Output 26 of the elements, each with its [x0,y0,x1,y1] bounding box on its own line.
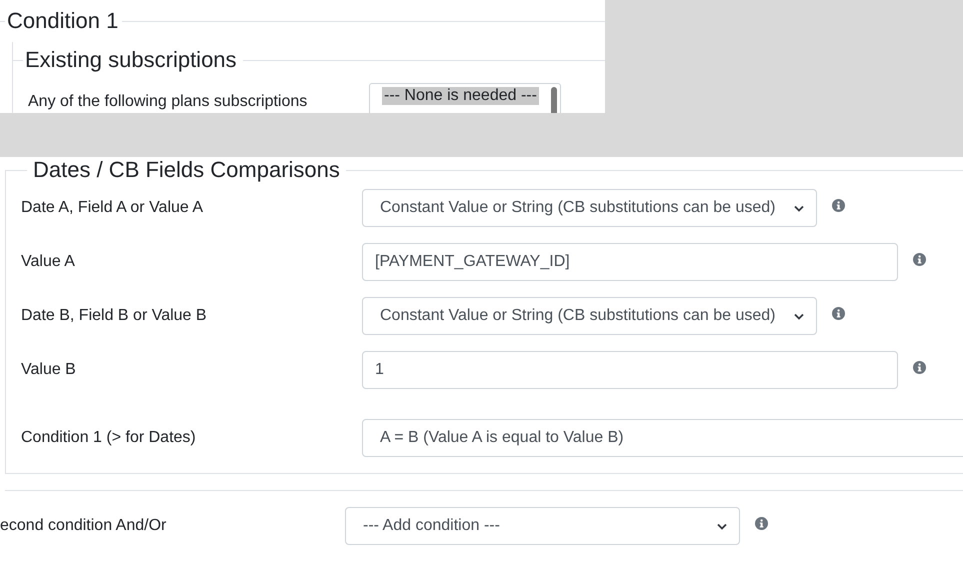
listbox-option[interactable]: --- None is needed --- [382,87,539,105]
dropdown[interactable]: Constant Value or String (CB substitutions can be used) [362,297,817,335]
field-label: econd condition And/Or [0,517,168,535]
field-label: Any of the following plans subscriptions [28,93,308,111]
field-label: Value B [21,361,77,379]
dropdown[interactable]: Constant Value or String (CB substitutions can be used) [362,189,817,227]
field-label: Date A, Field A or Value A [21,199,204,217]
info-icon[interactable] [755,516,768,530]
section-title: Existing subscriptions [25,47,238,73]
field-label: Value A [21,253,76,271]
info-icon[interactable] [913,252,926,266]
text-field[interactable]: 1 [362,351,898,389]
info-icon[interactable] [832,306,845,320]
chevron-down-icon [717,522,727,530]
dropdown[interactable]: --- Add condition --- [345,507,740,545]
field-label: Date B, Field B or Value B [21,307,208,325]
dropdown[interactable]: A = B (Value A is equal to Value B) [362,419,963,457]
text-field[interactable]: [PAYMENT_GATEWAY_ID] [362,243,898,281]
plans-listbox[interactable]: --- None is needed --- [369,83,561,113]
field-label: Condition 1 (> for Dates) [21,429,197,447]
info-icon[interactable] [913,360,926,374]
chevron-down-icon [794,312,804,320]
info-icon[interactable] [832,198,845,212]
chevron-down-icon [794,204,804,212]
section-title: Dates / CB Fields Comparisons [32,157,341,183]
section-title: Condition 1 [7,8,120,34]
